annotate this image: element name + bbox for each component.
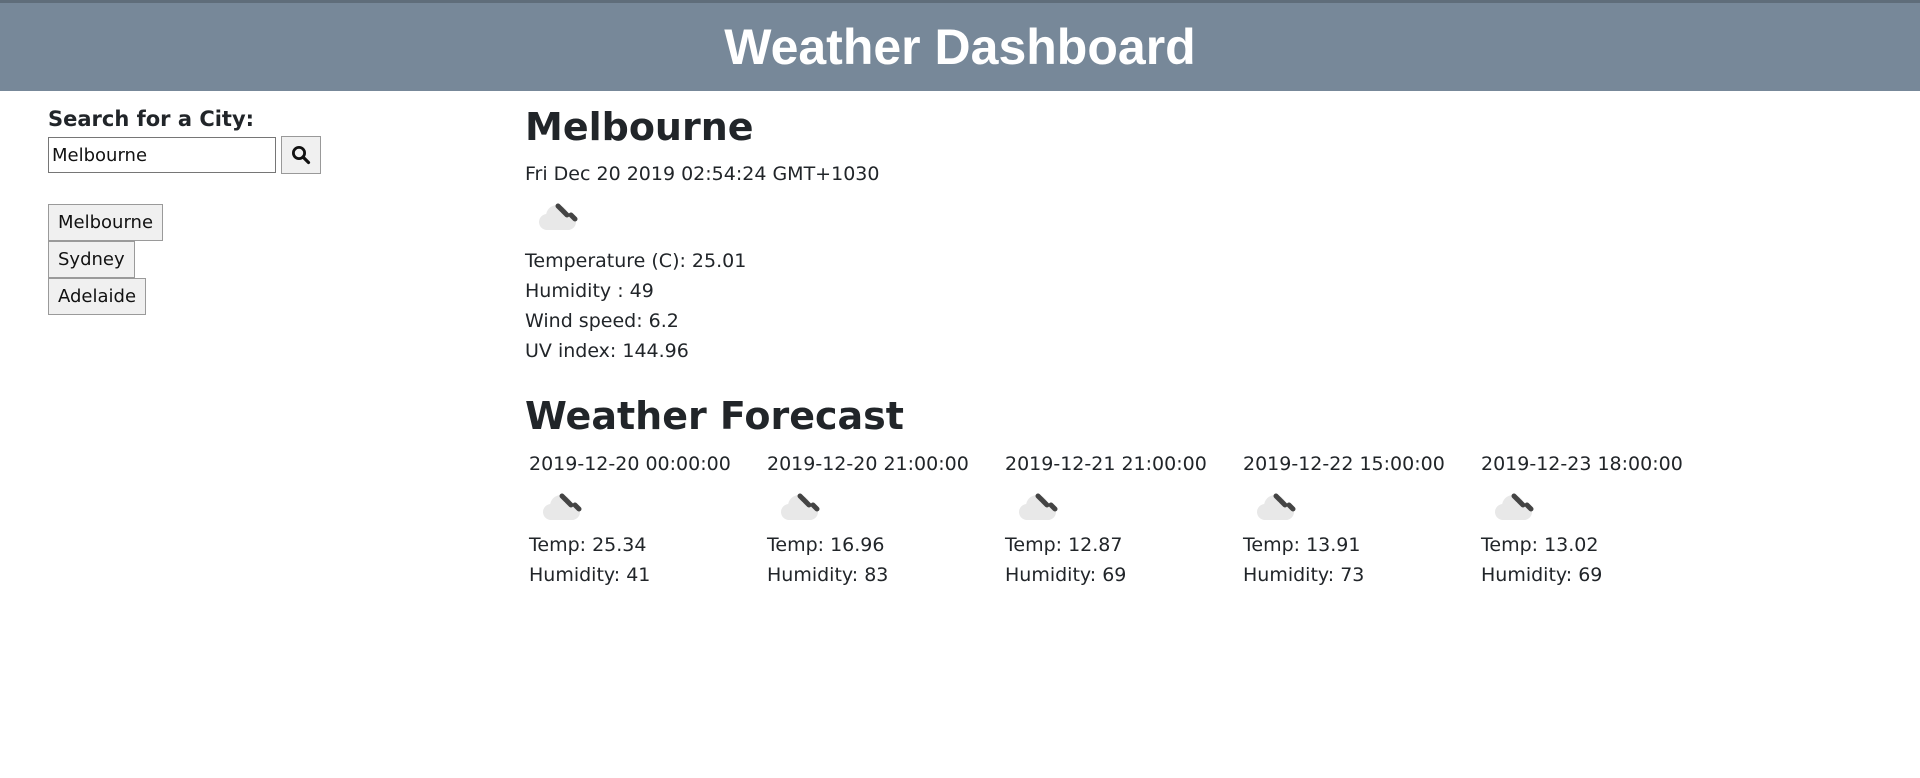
main-content: Melbourne Fri Dec 20 2019 02:54:24 GMT+1… [525,102,1825,590]
header-bar: Weather Dashboard [0,0,1920,91]
forecast-card: 2019-12-20 00:00:00 Temp: 25.34 Humidity… [529,452,767,590]
search-row [48,136,448,174]
current-humidity: Humidity : 49 [525,280,654,302]
forecast-humidity: Humidity: 83 [767,564,889,586]
forecast-temp: Temp: 13.91 [1243,534,1361,556]
forecast-temp: Temp: 12.87 [1005,534,1123,556]
search-button[interactable] [281,136,321,174]
current-temperature: Temperature (C): 25.01 [525,250,747,272]
cloud-drizzle-icon [781,493,820,520]
cloud-drizzle-icon [1019,493,1058,520]
search-label: Search for a City: [48,107,255,131]
cloud-drizzle-icon [543,493,582,520]
current-uv-index: UV index: 144.96 [525,340,689,362]
history-button-melbourne[interactable]: Melbourne [48,204,164,241]
forecast-card: 2019-12-23 18:00:00 Temp: 13.02 Humidity… [1481,452,1719,590]
forecast-humidity: Humidity: 73 [1243,564,1365,586]
history-button-sydney[interactable]: Sydney [48,241,135,278]
forecast-card: 2019-12-21 21:00:00 Temp: 12.87 Humidity… [1005,452,1243,590]
forecast-date: 2019-12-20 00:00:00 [529,453,731,475]
cloud-drizzle-icon [539,203,578,230]
search-input[interactable] [48,137,276,173]
history-button-adelaide[interactable]: Adelaide [48,278,147,315]
forecast-temp: Temp: 25.34 [529,534,647,556]
sidebar: Search for a City: Melbourne Sydney Adel… [48,104,448,315]
forecast-card: 2019-12-20 21:00:00 Temp: 16.96 Humidity… [767,452,1005,590]
forecast-date: 2019-12-21 21:00:00 [1005,453,1207,475]
current-stats: Temperature (C): 25.01 Humidity : 49 Win… [525,246,1825,366]
forecast-row: 2019-12-20 00:00:00 Temp: 25.34 Humidity… [529,452,1825,590]
forecast-date: 2019-12-22 15:00:00 [1243,453,1445,475]
search-icon [292,146,311,165]
forecast-humidity: Humidity: 69 [1481,564,1603,586]
forecast-humidity: Humidity: 41 [529,564,651,586]
cloud-drizzle-icon [1257,493,1296,520]
current-wind-speed: Wind speed: 6.2 [525,310,679,332]
forecast-title: Weather Forecast [525,394,904,438]
forecast-date: 2019-12-20 21:00:00 [767,453,969,475]
forecast-humidity: Humidity: 69 [1005,564,1127,586]
forecast-date: 2019-12-23 18:00:00 [1481,453,1683,475]
current-datetime: Fri Dec 20 2019 02:54:24 GMT+1030 [525,163,880,185]
forecast-temp: Temp: 13.02 [1481,534,1599,556]
forecast-temp: Temp: 16.96 [767,534,885,556]
cloud-drizzle-icon [1495,493,1534,520]
search-history: Melbourne Sydney Adelaide [48,204,448,315]
page-title: Weather Dashboard [724,19,1196,75]
forecast-card: 2019-12-22 15:00:00 Temp: 13.91 Humidity… [1243,452,1481,590]
current-city-name: Melbourne [525,105,754,149]
